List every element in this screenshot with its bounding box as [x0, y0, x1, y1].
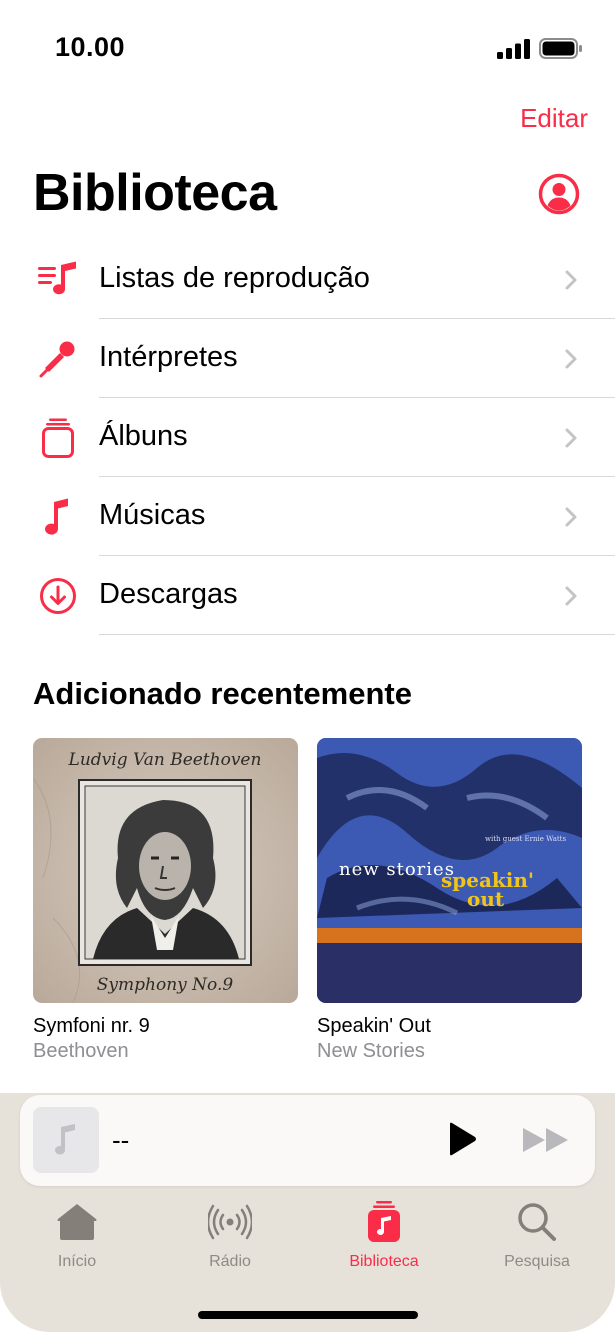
tab-label: Início: [57, 1253, 97, 1270]
album-cover[interactable]: new stories speakin' out with guest Erni…: [317, 738, 582, 1003]
edit-button[interactable]: Editar: [520, 103, 588, 134]
tab-label: Pesquisa: [504, 1253, 570, 1270]
album-card[interactable]: Ludvig Van Beethoven Symphony No.9 Symfo…: [33, 738, 298, 1063]
chevron-right-icon: [565, 270, 577, 290]
album-cover-art: Ludvig Van Beethoven Symphony No.9: [33, 738, 298, 1003]
tab-home[interactable]: Início: [17, 1200, 137, 1271]
tab-label: Biblioteca: [349, 1253, 419, 1270]
home-icon: [57, 1204, 97, 1240]
album-artist: New Stories: [317, 1040, 425, 1062]
menu-item-songs[interactable]: Músicas: [0, 477, 615, 556]
chevron-right-icon: [565, 349, 577, 369]
menu-label-playlists: Listas de reprodução: [99, 262, 370, 294]
menu-item-artists[interactable]: Intérpretes: [0, 319, 615, 398]
menu-item-playlists[interactable]: Listas de reprodução: [0, 240, 615, 319]
tab-library[interactable]: Biblioteca: [324, 1200, 444, 1271]
music-note-icon: [45, 498, 68, 535]
library-icon: [368, 1201, 400, 1242]
chevron-right-icon: [565, 507, 577, 527]
cover-text-top: Ludvig Van Beethoven: [68, 750, 262, 770]
album-card[interactable]: new stories speakin' out with guest Erni…: [317, 738, 582, 1063]
home-indicator[interactable]: [198, 1311, 418, 1319]
now-playing-title: --: [112, 1125, 130, 1155]
chevron-right-icon: [565, 428, 577, 448]
tab-radio[interactable]: Rádio: [170, 1200, 290, 1271]
mini-player[interactable]: --: [20, 1095, 595, 1186]
playlist-icon: [38, 261, 76, 295]
album-title: Speakin' Out: [317, 1015, 431, 1037]
chevron-right-icon: [565, 586, 577, 606]
album-title: Symfoni nr. 9: [33, 1015, 150, 1037]
album-stack-icon: [42, 418, 74, 458]
menu-label-songs: Músicas: [99, 499, 206, 531]
tab-label: Rádio: [209, 1253, 251, 1270]
recently-added-title: Adicionado recentemente: [33, 676, 412, 711]
album-artist: Beethoven: [33, 1040, 129, 1062]
menu-label-albums: Álbuns: [99, 420, 188, 452]
search-icon: [518, 1203, 556, 1241]
microphone-icon: [39, 341, 75, 378]
menu-label-artists: Intérpretes: [99, 341, 238, 373]
cover-text-band: new stories: [339, 859, 455, 880]
cellular-signal-icon: [497, 39, 530, 59]
menu-label-downloads: Descargas: [99, 578, 238, 610]
battery-icon: [539, 38, 582, 59]
radio-icon: [208, 1204, 252, 1240]
tab-search[interactable]: Pesquisa: [477, 1200, 597, 1271]
fast-forward-icon[interactable]: [522, 1126, 570, 1154]
divider: [99, 634, 615, 635]
cover-text-small: with guest Ernie Watts: [485, 835, 566, 843]
cover-text-title-2: out: [467, 887, 505, 911]
menu-item-albums[interactable]: Álbuns: [0, 398, 615, 477]
play-icon[interactable]: [447, 1122, 477, 1156]
status-bar: 10.00: [0, 0, 615, 96]
tab-bar: Início Rádio Biblioteca Pesquisa: [0, 1200, 615, 1280]
now-playing-artwork: [33, 1107, 99, 1173]
music-note-placeholder-icon: [55, 1124, 75, 1155]
page-title: Biblioteca: [33, 164, 277, 222]
album-cover[interactable]: Ludvig Van Beethoven Symphony No.9: [33, 738, 298, 1003]
album-cover-art: new stories speakin' out with guest Erni…: [317, 738, 582, 1003]
menu-item-downloads[interactable]: Descargas: [0, 556, 615, 635]
account-icon[interactable]: [538, 173, 580, 215]
library-menu: Listas de reprodução Intérpretes Álbuns …: [0, 240, 615, 635]
status-time: 10.00: [55, 32, 126, 62]
cover-text-bottom: Symphony No.9: [97, 975, 234, 995]
download-circle-icon: [40, 578, 76, 614]
